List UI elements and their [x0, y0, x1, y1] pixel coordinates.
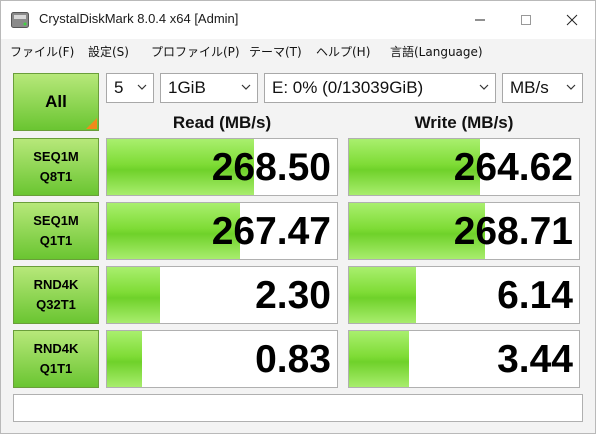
comment-field[interactable] [13, 394, 583, 422]
write-result-seq1m-q8t1: 264.62 [348, 138, 580, 196]
test-params: Q8T1 [39, 169, 73, 184]
chevron-down-icon [566, 84, 576, 90]
chevron-down-icon [479, 84, 489, 90]
menu-theme[interactable]: テーマ(T) [249, 43, 302, 60]
unit-select[interactable]: MB/s [502, 73, 583, 103]
drive-select[interactable]: E: 0% (0/13039GiB) [264, 73, 496, 103]
all-button[interactable]: All [13, 73, 99, 131]
test-name: SEQ1M [33, 213, 79, 228]
test-button-seq1m-q8t1[interactable]: SEQ1M Q8T1 [13, 138, 99, 196]
test-button-rnd4k-q32t1[interactable]: RND4K Q32T1 [13, 266, 99, 324]
read-column-header: Read (MB/s) [172, 113, 272, 132]
drive-value: E: 0% (0/13039GiB) [272, 78, 424, 97]
read-result-rnd4k-q32t1: 2.30 [106, 266, 338, 324]
title-bar: CrystalDiskMark 8.0.4 x64 [Admin] [1, 1, 595, 39]
minimize-icon [475, 19, 485, 21]
test-count-select[interactable]: 5 [106, 73, 154, 103]
test-button-seq1m-q1t1[interactable]: SEQ1M Q1T1 [13, 202, 99, 260]
app-window: CrystalDiskMark 8.0.4 x64 [Admin] ファイル(F… [0, 0, 596, 434]
write-value: 264.62 [453, 146, 573, 189]
minimize-button[interactable] [457, 1, 503, 39]
write-bar [349, 267, 416, 323]
test-name: SEQ1M [33, 149, 79, 164]
write-result-rnd4k-q32t1: 6.14 [348, 266, 580, 324]
close-button[interactable] [549, 1, 595, 39]
crystaldiskmark-app-icon [11, 12, 29, 28]
test-count-value: 5 [114, 78, 124, 97]
menu-profile[interactable]: プロファイル(P) [151, 43, 240, 60]
all-button-label: All [45, 92, 67, 111]
read-result-rnd4k-q1t1: 0.83 [106, 330, 338, 388]
write-result-rnd4k-q1t1: 3.44 [348, 330, 580, 388]
menu-settings[interactable]: 設定(S) [88, 43, 129, 60]
test-button-rnd4k-q1t1[interactable]: RND4K Q1T1 [13, 330, 99, 388]
write-value: 3.44 [497, 338, 573, 381]
test-size-value: 1GiB [168, 78, 206, 97]
read-value: 0.83 [255, 338, 331, 381]
chevron-down-icon [241, 84, 251, 90]
menu-bar: ファイル(F) 設定(S) プロファイル(P) テーマ(T) ヘルプ(H) 言語… [1, 39, 595, 63]
write-value: 268.71 [453, 210, 573, 253]
test-name: RND4K [33, 277, 79, 292]
test-params: Q1T1 [39, 233, 73, 248]
write-column-header: Write (MB/s) [414, 113, 514, 132]
chevron-down-icon [137, 84, 147, 90]
read-value: 2.30 [255, 274, 331, 317]
read-value: 267.47 [211, 210, 331, 253]
test-name: RND4K [33, 341, 79, 356]
test-params: Q1T1 [39, 361, 73, 376]
unit-value: MB/s [510, 78, 549, 97]
close-icon [566, 14, 578, 26]
read-result-seq1m-q8t1: 268.50 [106, 138, 338, 196]
maximize-icon [521, 15, 531, 25]
write-value: 6.14 [497, 274, 573, 317]
menu-help[interactable]: ヘルプ(H) [316, 43, 370, 60]
corner-marker [86, 118, 97, 129]
read-bar [107, 331, 142, 387]
window-title: CrystalDiskMark 8.0.4 x64 [Admin] [39, 11, 239, 26]
test-params: Q32T1 [36, 297, 76, 312]
test-size-select[interactable]: 1GiB [160, 73, 258, 103]
write-bar [349, 331, 409, 387]
read-value: 268.50 [211, 146, 331, 189]
read-result-seq1m-q1t1: 267.47 [106, 202, 338, 260]
maximize-button[interactable] [503, 1, 549, 39]
menu-language[interactable]: 言語(Language) [390, 43, 483, 60]
read-bar [107, 267, 160, 323]
menu-file[interactable]: ファイル(F) [10, 43, 74, 60]
write-result-seq1m-q1t1: 268.71 [348, 202, 580, 260]
